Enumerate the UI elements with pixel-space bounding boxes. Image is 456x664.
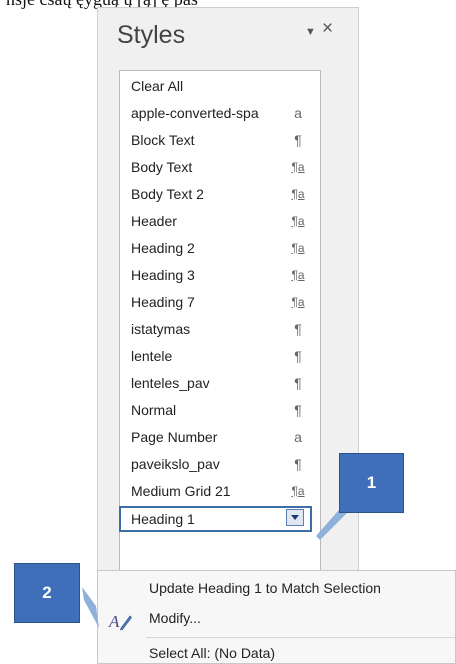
callout-2-leader bbox=[82, 587, 99, 628]
callout-1: 1 bbox=[339, 453, 404, 513]
callout-2: 2 bbox=[14, 563, 80, 623]
